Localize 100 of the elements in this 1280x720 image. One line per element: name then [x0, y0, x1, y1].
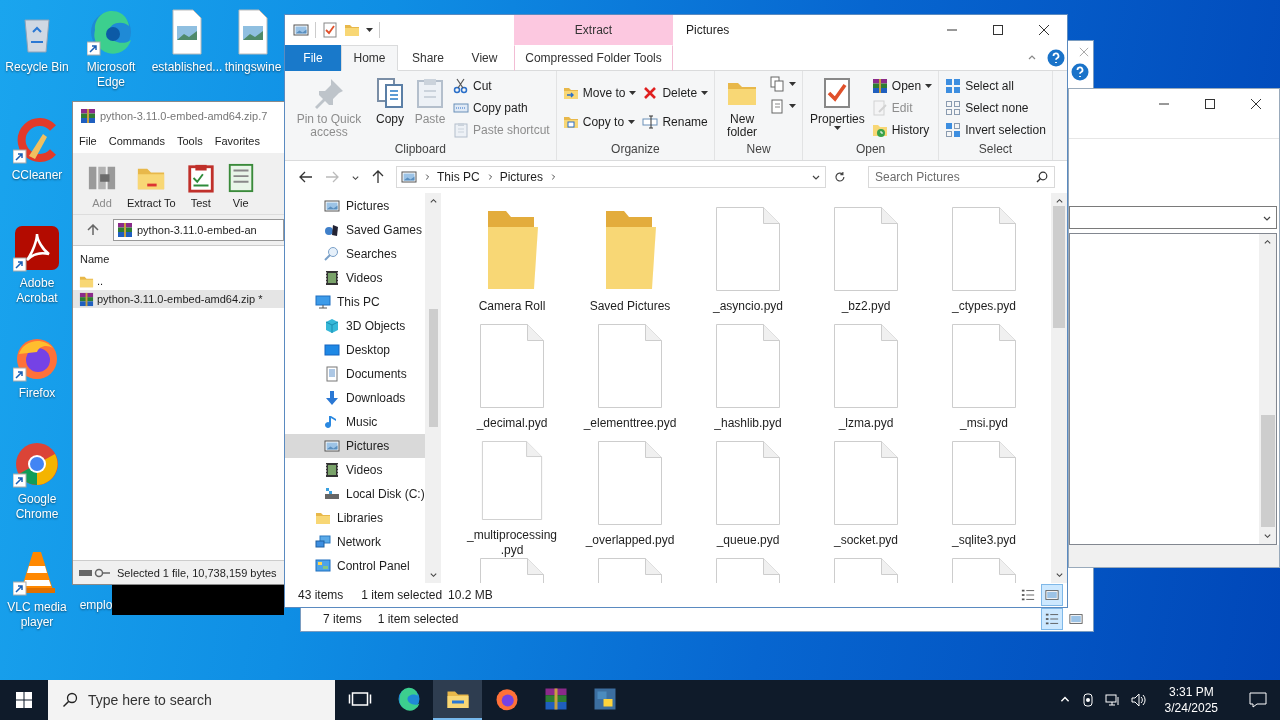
ribbon-button[interactable]: Copy — [371, 71, 409, 142]
toolbar-button[interactable]: Test — [185, 163, 216, 209]
browser-icon[interactable] — [13, 440, 61, 488]
nav-item[interactable]: Searches — [285, 242, 425, 266]
file-name[interactable]: _queue.pyd — [716, 533, 780, 548]
file-name[interactable]: _bz2.pyd — [841, 299, 891, 314]
nav-item[interactable]: Music — [285, 410, 425, 434]
ribbon-button[interactable]: New folder — [719, 71, 766, 142]
scrollbar[interactable] — [1259, 234, 1276, 544]
nav-item[interactable]: Videos — [285, 266, 425, 290]
up-arrow-icon[interactable] — [87, 224, 99, 236]
large-icons-view-button[interactable] — [1041, 584, 1063, 606]
close-icon[interactable] — [1038, 24, 1050, 36]
forward-button[interactable] — [323, 171, 341, 183]
file-name[interactable]: Camera Roll — [478, 299, 546, 314]
path-field[interactable]: python-3.11.0-embed-an — [113, 219, 284, 241]
nav-item[interactable]: Pictures — [285, 434, 425, 458]
ribbon-button[interactable]: Copy to — [560, 111, 639, 133]
details-view-button[interactable] — [1041, 608, 1063, 630]
toolbar-button[interactable]: Vie — [225, 163, 256, 209]
ribbon-tab[interactable]: File — [285, 45, 341, 71]
nav-item[interactable]: Downloads — [285, 386, 425, 410]
menu-item[interactable]: Commands — [108, 135, 165, 147]
chevron-icon — [1054, 197, 1064, 206]
speaker-icon[interactable] — [1130, 693, 1147, 707]
device-icon[interactable] — [1080, 693, 1095, 707]
file-name[interactable]: _decimal.pyd — [476, 416, 548, 431]
scrollbar-thumb[interactable] — [1053, 206, 1065, 328]
breadcrumb[interactable]: Pictures — [499, 170, 544, 184]
taskbar-search-field[interactable]: Type here to search — [48, 680, 335, 720]
refresh-icon[interactable] — [834, 171, 846, 183]
back-button[interactable] — [297, 171, 315, 183]
nav-item[interactable]: Documents — [285, 362, 425, 386]
file-name[interactable]: _msi.pyd — [960, 416, 1008, 431]
ribbon-button[interactable]: Move to — [560, 82, 639, 104]
window-icon — [293, 22, 309, 38]
file-name[interactable]: _asyncio.pyd — [712, 299, 784, 314]
properties-icon[interactable] — [322, 22, 338, 38]
ribbon-button[interactable]: Select none — [943, 96, 1048, 119]
toolbar-button[interactable]: Extract To — [127, 163, 176, 209]
scrollbar-thumb[interactable] — [1260, 415, 1275, 527]
help-icon[interactable] — [1047, 48, 1065, 67]
chevron-icon — [423, 173, 431, 181]
ribbon-button[interactable]: Open — [869, 74, 935, 97]
file-row[interactable]: .. — [73, 272, 284, 290]
file-name[interactable]: Saved Pictures — [589, 299, 671, 314]
folder-icon[interactable] — [344, 22, 360, 38]
column-header[interactable]: Name — [80, 253, 110, 265]
ribbon-button[interactable]: Copy path — [451, 96, 552, 119]
dropdown-field[interactable] — [1069, 206, 1277, 229]
menu-item[interactable]: Tools — [177, 135, 203, 147]
nav-item[interactable]: Videos — [285, 458, 425, 482]
ribbon-tab[interactable]: View — [458, 45, 511, 71]
scrollbar[interactable] — [1051, 193, 1067, 583]
nav-item[interactable]: Saved Games — [285, 218, 425, 242]
nav-item[interactable]: Libraries — [285, 506, 425, 530]
breadcrumb[interactable]: This PC — [437, 170, 480, 184]
file-name[interactable]: _ctypes.pyd — [951, 299, 1016, 314]
scrollbar[interactable] — [425, 193, 441, 583]
ribbon-button[interactable]: Select all — [943, 74, 1048, 97]
clock[interactable]: 3:31 PM 3/24/2025 — [1156, 684, 1226, 716]
nav-item[interactable]: Local Disk (C:) — [285, 482, 425, 506]
address-bar[interactable]: This PC Pictures — [396, 166, 827, 188]
up-button[interactable] — [370, 170, 386, 184]
file-name[interactable]: _socket.pyd — [833, 533, 898, 548]
nav-item[interactable]: This PC — [285, 290, 425, 314]
large-icons-view-icon — [1069, 612, 1083, 626]
ribbon-button[interactable]: Invert selection — [943, 118, 1048, 141]
nav-item[interactable]: Network — [285, 530, 425, 554]
nav-item[interactable]: 3D Objects — [285, 314, 425, 338]
menu-item[interactable]: Favorites — [214, 135, 260, 147]
nav-item[interactable]: Control Panel — [285, 554, 425, 578]
scrollbar-thumb[interactable] — [428, 309, 438, 428]
archive-icon — [871, 77, 888, 94]
taskbar-button[interactable] — [433, 680, 482, 720]
file-name[interactable]: _elementtree.pyd — [583, 416, 677, 431]
ribbon-tab[interactable]: Share — [398, 45, 458, 71]
ribbon-button[interactable]: History — [869, 118, 935, 141]
file-name[interactable]: _lzma.pyd — [838, 416, 894, 431]
nav-item[interactable]: Desktop — [285, 338, 425, 362]
ribbon-button[interactable]: Cut — [451, 74, 552, 97]
file-row[interactable]: python-3.11.0-embed-amd64.zip * — [73, 290, 284, 308]
help-icon[interactable] — [1071, 63, 1089, 81]
ribbon-button[interactable]: Rename — [640, 111, 711, 133]
file-name[interactable]: _multiprocessing.pyd — [460, 528, 564, 558]
ribbon-button[interactable]: Properties — [807, 71, 868, 142]
image-icon — [324, 438, 340, 454]
file-name[interactable]: _overlapped.pyd — [585, 533, 675, 548]
menu-item[interactable]: File — [79, 135, 97, 147]
file-name[interactable]: _sqlite3.pyd — [951, 533, 1017, 548]
ribbon-button[interactable] — [767, 73, 799, 95]
ribbon-button[interactable]: Delete — [640, 82, 711, 104]
network-icon[interactable] — [1104, 693, 1121, 707]
file-name[interactable]: _hashlib.pyd — [714, 416, 782, 431]
ribbon-tab[interactable]: Home — [341, 45, 398, 71]
pdf-app-icon[interactable] — [13, 224, 61, 272]
close-icon[interactable] — [1250, 98, 1262, 110]
search-field[interactable]: Search Pictures — [868, 166, 1055, 188]
caret-icon — [366, 28, 373, 32]
nav-item[interactable]: Pictures — [285, 194, 425, 218]
